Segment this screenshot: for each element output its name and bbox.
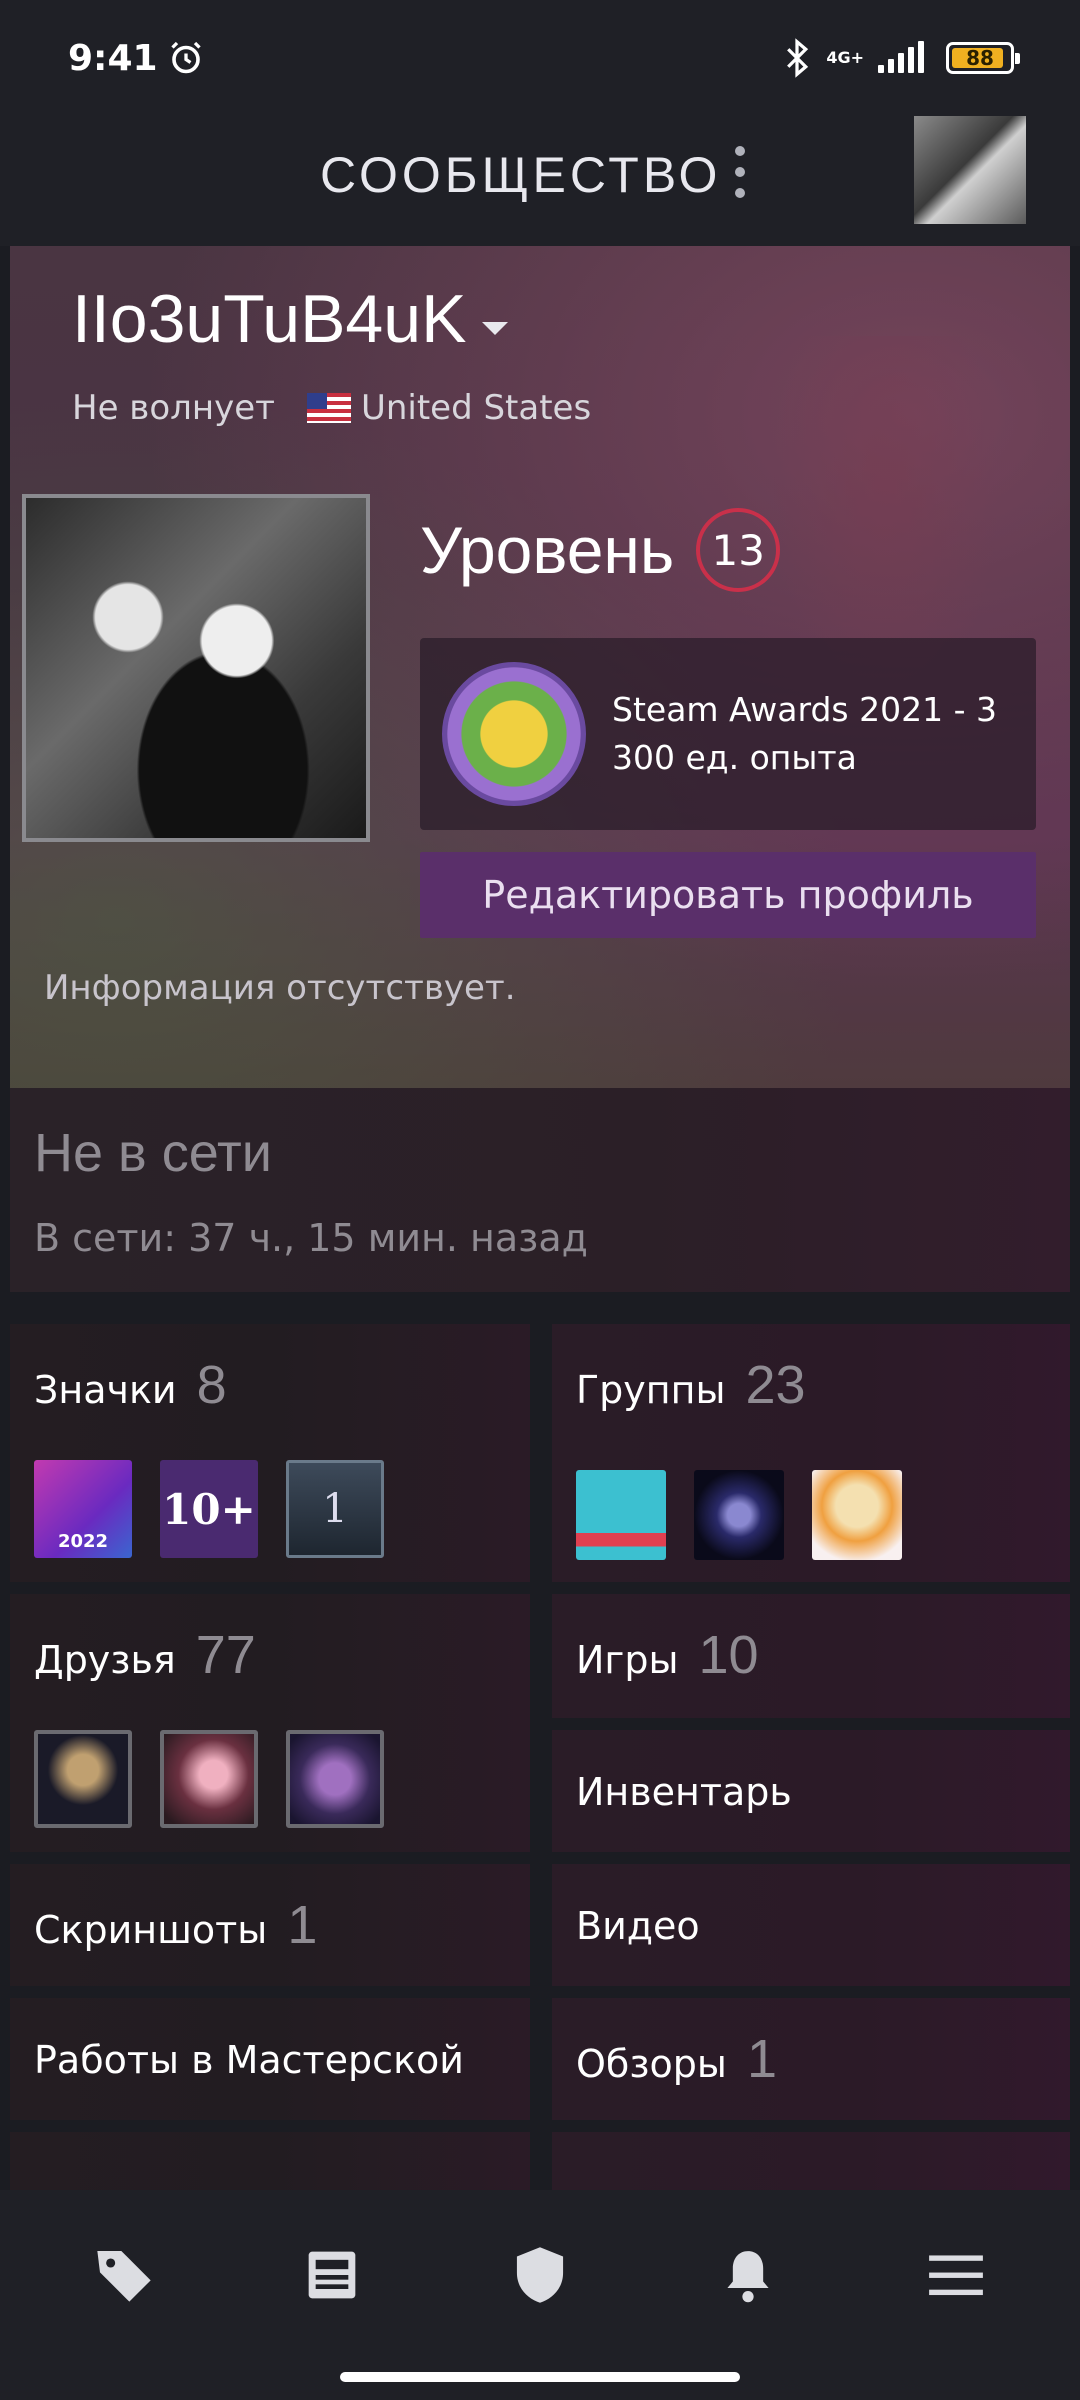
- header-title: СООБЩЕСТВО: [320, 147, 722, 203]
- store-tag-icon[interactable]: [64, 2215, 184, 2335]
- friend-avatar[interactable]: [286, 1730, 384, 1828]
- tile-count: 8: [196, 1355, 227, 1415]
- tile-label: Друзья: [34, 1638, 176, 1682]
- header-avatar[interactable]: [914, 116, 1026, 224]
- tile-count: 1: [746, 2029, 777, 2089]
- tile-label: Значки: [34, 1368, 177, 1412]
- level-badge: 13: [696, 508, 781, 592]
- tile-label: Работы в Мастерской: [34, 2038, 464, 2082]
- battery-icon: 88: [946, 42, 1020, 74]
- tile-games[interactable]: Игры 10: [552, 1594, 1070, 1718]
- bluetooth-icon: [787, 38, 809, 78]
- tile-label: Обзоры: [576, 2042, 727, 2086]
- status-bar: 9:41 4G+ 88: [0, 0, 1080, 116]
- tile-videos[interactable]: Видео: [552, 1864, 1070, 1986]
- us-flag-icon: [306, 393, 351, 423]
- edit-profile-button[interactable]: Редактировать профиль: [420, 852, 1036, 938]
- friend-avatar[interactable]: [160, 1730, 258, 1828]
- tile-inventory[interactable]: Инвентарь: [552, 1730, 1070, 1852]
- badge-name: Steam Awards 2021 - 3: [612, 690, 997, 729]
- more-options-icon[interactable]: [730, 146, 750, 198]
- shield-icon[interactable]: [480, 2215, 600, 2335]
- tile-partial[interactable]: [10, 2132, 530, 2190]
- online-status-panel: Не в сети В сети: 37 ч., 15 мин. назад: [10, 1088, 1070, 1292]
- network-type: 4G+: [826, 48, 864, 67]
- persona-name: IIo3uTuB4uK: [72, 281, 467, 357]
- profile-avatar[interactable]: [22, 494, 370, 842]
- news-icon[interactable]: [272, 2215, 392, 2335]
- tile-groups[interactable]: Группы 23: [552, 1324, 1070, 1582]
- battery-level: 88: [966, 46, 994, 70]
- tile-screenshots[interactable]: Скриншоты 1: [10, 1864, 530, 1986]
- alarm-icon: [170, 41, 201, 74]
- home-indicator[interactable]: [340, 2372, 740, 2382]
- persona-name-dropdown[interactable]: IIo3uTuB4uK: [72, 280, 509, 358]
- tile-label: Видео: [576, 1904, 700, 1948]
- last-online: В сети: 37 ч., 15 мин. назад: [34, 1216, 588, 1260]
- tile-label: Инвентарь: [576, 1770, 792, 1814]
- tile-count: 23: [745, 1355, 806, 1415]
- tile-badges[interactable]: Значки 8 2022 10+ 1: [10, 1324, 530, 1582]
- level-display: Уровень 13: [420, 508, 781, 592]
- bottom-navigation: [0, 2190, 1080, 2400]
- tile-reviews[interactable]: Обзоры 1: [552, 1998, 1070, 2120]
- level-label: Уровень: [420, 513, 675, 587]
- tile-label: Группы: [576, 1368, 726, 1412]
- game-collector-badge-icon[interactable]: 1: [286, 1460, 384, 1558]
- profile-country: United States: [360, 388, 592, 428]
- bell-icon[interactable]: [688, 2215, 808, 2335]
- profile-status: Не волнует: [72, 388, 275, 428]
- tile-friends[interactable]: Друзья 77: [10, 1594, 530, 1852]
- group-avatar[interactable]: [694, 1470, 784, 1560]
- tile-label: Игры: [576, 1638, 679, 1682]
- tile-count: 10: [698, 1625, 759, 1685]
- steam-awards-badge-icon: [442, 662, 586, 806]
- tile-workshop[interactable]: Работы в Мастерской: [10, 1998, 530, 2120]
- group-avatar[interactable]: [576, 1470, 666, 1560]
- menu-icon[interactable]: [896, 2215, 1016, 2335]
- tile-count: 77: [195, 1625, 256, 1685]
- featured-badge[interactable]: Steam Awards 2021 - 3 300 ед. опыта: [420, 638, 1036, 830]
- tile-partial[interactable]: [552, 2132, 1070, 2190]
- chevron-down-icon: [482, 321, 509, 335]
- app-header: СООБЩЕСТВО: [0, 116, 1080, 246]
- tile-count: 1: [287, 1895, 318, 1955]
- profile-header: IIo3uTuB4uK Не волнует United States Уро…: [10, 246, 1070, 1088]
- signal-icon: [878, 41, 924, 73]
- steam-2022-badge-icon[interactable]: 2022: [34, 1460, 132, 1558]
- friend-avatar[interactable]: [34, 1730, 132, 1828]
- years-of-service-badge-icon[interactable]: 10+: [160, 1460, 258, 1558]
- tile-label: Скриншоты: [34, 1908, 268, 1952]
- online-status-title: Не в сети: [34, 1123, 272, 1183]
- profile-summary: Информация отсутствует.: [44, 968, 516, 1008]
- badge-xp: 300 ед. опыта: [612, 738, 857, 777]
- group-avatar[interactable]: [812, 1470, 902, 1560]
- status-time: 9:41: [68, 37, 158, 79]
